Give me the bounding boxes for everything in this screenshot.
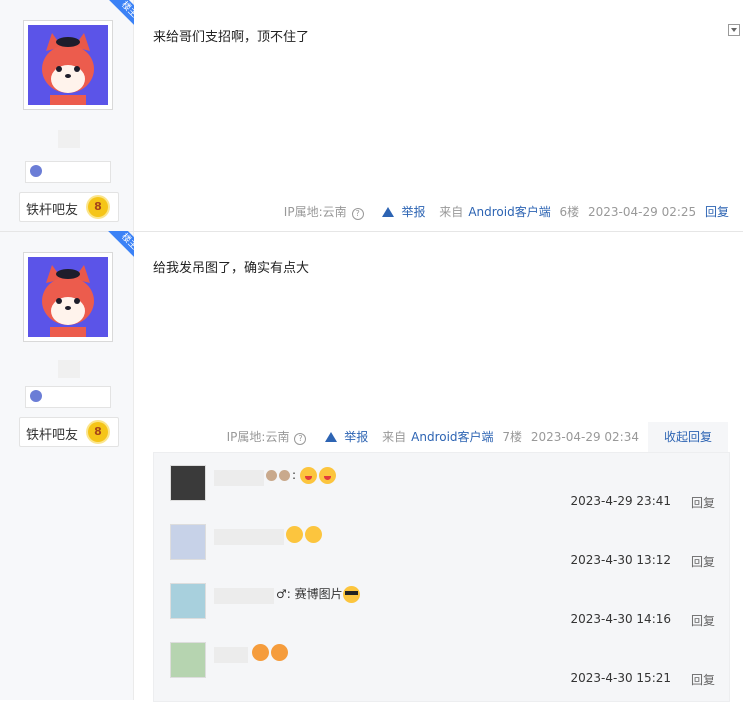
fox-avatar-image xyxy=(28,25,108,105)
post-floor-7: 楼主 铁杆吧友 8 给我发吊图了，确实有点大 IP属地:云南? 举报 来自 And… xyxy=(0,231,743,702)
post-floor-6: 楼主 铁杆吧友 8 来给哥们支招啊，顶不住了 IP属地:云南? 举报 来自 And… xyxy=(0,0,743,231)
comment-text xyxy=(286,526,324,543)
floor-number: 6楼 xyxy=(559,205,580,219)
post-meta: IP属地:云南? 举报 来自 Android客户端 7楼 2023-04-29 0… xyxy=(217,428,639,445)
heart-eyes-emoji-icon xyxy=(252,644,269,661)
collapse-replies-button[interactable]: 收起回复 xyxy=(648,422,728,452)
comment-time: 2023-4-30 15:21 xyxy=(570,671,672,685)
comment-reply-link[interactable]: 回复 xyxy=(691,671,715,688)
commenter-avatar[interactable] xyxy=(170,465,206,501)
level-number: 8 xyxy=(88,422,108,442)
post-options-dropdown-icon[interactable] xyxy=(728,24,740,36)
level-number: 8 xyxy=(88,197,108,217)
commenter-avatar[interactable] xyxy=(170,583,206,619)
list-item: ♂: 赛博图片 2023-4-30 14:16 回复 xyxy=(170,583,715,638)
list-item: 2023-4-30 13:12 回复 xyxy=(170,524,715,579)
comment-time: 2023-4-29 23:41 xyxy=(570,494,672,508)
member-level-bar xyxy=(25,161,111,183)
comment-reply-link[interactable]: 回复 xyxy=(691,494,715,511)
member-icon xyxy=(30,390,42,402)
author-sidebar: 楼主 铁杆吧友 8 xyxy=(0,231,134,700)
username-redacted[interactable] xyxy=(58,130,80,148)
member-level-bar xyxy=(25,386,111,408)
warning-icon xyxy=(325,432,338,442)
ip-location: IP属地:云南? xyxy=(279,205,364,220)
post-time: 2023-04-29 02:25 xyxy=(588,205,697,219)
list-item: 2023-4-30 15:21 回复 xyxy=(170,642,715,697)
help-icon[interactable]: ? xyxy=(351,208,364,220)
surprised-emoji-icon xyxy=(318,467,336,484)
source: 来自 Android客户端 xyxy=(382,430,494,444)
comment-reply-link[interactable]: 回复 xyxy=(691,612,715,629)
surprised-emoji-icon xyxy=(299,467,317,484)
report-link[interactable]: 举报 xyxy=(320,430,368,444)
post-content: 来给哥们支招啊，顶不住了 xyxy=(153,30,310,45)
heart-eyes-emoji-icon xyxy=(271,644,288,661)
thread-starter-badge: 楼主 xyxy=(98,231,134,267)
thread-starter-badge: 楼主 xyxy=(98,0,134,35)
help-icon[interactable]: ? xyxy=(294,433,307,445)
small-bear-icon xyxy=(266,470,277,481)
comment-time: 2023-4-30 13:12 xyxy=(570,553,672,567)
source-link[interactable]: Android客户端 xyxy=(468,205,550,219)
laughing-emoji-icon xyxy=(305,526,322,543)
ip-location: IP属地:云南? xyxy=(222,430,307,445)
author-sidebar: 楼主 铁杆吧友 8 xyxy=(0,0,134,231)
member-icon xyxy=(30,165,42,177)
comment-text xyxy=(252,644,290,661)
post-time: 2023-04-29 02:34 xyxy=(530,430,639,444)
reply-list: : 2023-4-29 23:41 回复 2023-4-30 13:12 回复 … xyxy=(153,452,730,702)
comment-reply-link[interactable]: 回复 xyxy=(691,553,715,570)
sunglasses-emoji-icon xyxy=(342,586,360,603)
forum-level-badge[interactable]: 铁杆吧友 8 xyxy=(19,417,119,447)
warning-icon xyxy=(382,207,395,217)
reply-link[interactable]: 回复 xyxy=(705,205,729,219)
badge-name: 铁杆吧友 xyxy=(26,203,79,218)
post-meta: IP属地:云南? 举报 来自 Android客户端 6楼 2023-04-29 0… xyxy=(274,203,729,220)
small-bear-icon xyxy=(279,470,290,481)
commenter-name-redacted[interactable] xyxy=(214,470,264,486)
commenter-name-redacted[interactable] xyxy=(214,588,274,604)
comment-text: : xyxy=(266,467,338,484)
source-link[interactable]: Android客户端 xyxy=(411,430,493,444)
report-link[interactable]: 举报 xyxy=(377,205,425,219)
commenter-name-redacted[interactable] xyxy=(214,529,284,545)
source: 来自 Android客户端 xyxy=(439,205,551,219)
badge-name: 铁杆吧友 xyxy=(26,428,79,443)
comment-time: 2023-4-30 14:16 xyxy=(570,612,672,626)
post-content: 给我发吊图了，确实有点大 xyxy=(153,261,310,276)
floor-number: 7楼 xyxy=(502,430,523,444)
laughing-emoji-icon xyxy=(286,526,303,543)
list-item: : 2023-4-29 23:41 回复 xyxy=(170,465,715,520)
commenter-avatar[interactable] xyxy=(170,524,206,560)
commenter-avatar[interactable] xyxy=(170,642,206,678)
username-redacted[interactable] xyxy=(58,360,80,378)
fox-avatar-image xyxy=(28,257,108,337)
comment-text: ♂: 赛博图片 xyxy=(276,585,362,603)
commenter-name-redacted[interactable] xyxy=(214,647,248,663)
forum-level-badge[interactable]: 铁杆吧友 8 xyxy=(19,192,119,222)
